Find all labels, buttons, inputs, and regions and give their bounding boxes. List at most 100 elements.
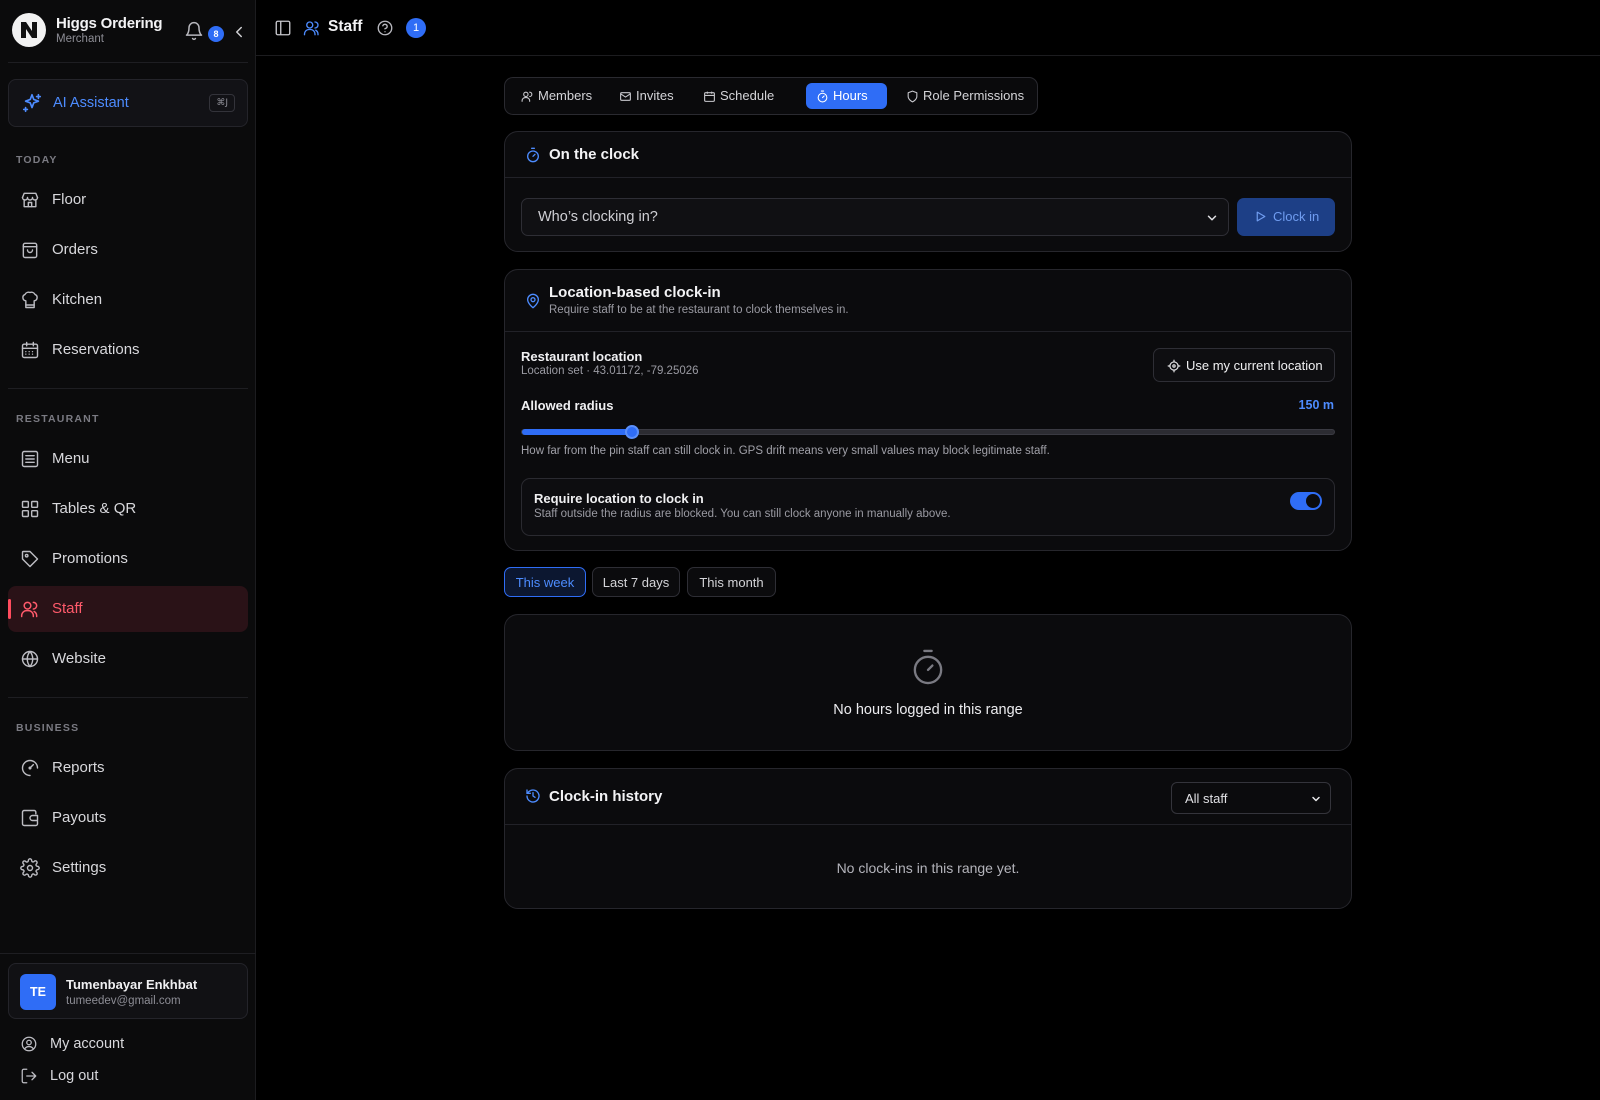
bag-icon: [20, 240, 40, 260]
calendar-icon: [703, 90, 716, 103]
tab-label: Invites: [636, 88, 674, 103]
users-icon: [521, 90, 534, 103]
on-the-clock-card: On the clock Who’s clocking in? Clock in: [504, 131, 1352, 252]
sidebar-item-tables-qr[interactable]: Tables & QR: [8, 486, 248, 532]
sidebar-item-reports[interactable]: Reports: [8, 745, 248, 791]
tab-label: Members: [538, 88, 593, 103]
tab-label: Hours: [833, 88, 868, 103]
sidebar-item-website[interactable]: Website: [8, 636, 248, 682]
tab-invites[interactable]: Invites: [609, 83, 687, 109]
history-icon: [525, 788, 541, 804]
divider: [0, 953, 256, 954]
staff-select[interactable]: Who’s clocking in?: [521, 198, 1229, 236]
sidebar-item-floor[interactable]: Floor: [8, 177, 248, 223]
range-this-month-button[interactable]: This month: [687, 567, 776, 597]
sidebar-item-staff[interactable]: Staff: [8, 586, 248, 632]
shield-icon: [906, 90, 919, 103]
require-location-row: Require location to clock in Staff outsi…: [521, 478, 1335, 536]
divider: [8, 388, 248, 389]
sidebar-item-label: Reservations: [52, 341, 140, 358]
toggle-knob: [1306, 494, 1320, 508]
sidebar-item-label: Reports: [52, 759, 105, 776]
chevron-left-icon[interactable]: [230, 23, 248, 41]
tab-label: Schedule: [720, 88, 775, 103]
section-label-restaurant: RESTAURANT: [16, 413, 100, 425]
user-name: Tumenbayar Enkhbat: [66, 977, 198, 992]
sidebar-item-orders[interactable]: Orders: [8, 227, 248, 273]
globe-icon: [20, 649, 40, 669]
allowed-radius-value: 150 m: [1298, 398, 1334, 412]
gear-icon: [20, 858, 40, 878]
clock-in-history-card: Clock-in history All staff No clock-ins …: [504, 768, 1352, 909]
require-location-toggle[interactable]: [1290, 492, 1322, 510]
sidebar-item-label: Menu: [52, 450, 90, 467]
sidebar-item-menu[interactable]: Menu: [8, 436, 248, 482]
card-header: Clock-in history All staff: [505, 769, 1351, 825]
page-title: Staff: [328, 18, 363, 35]
location-clock-in-card: Location-based clock-in Require staff to…: [504, 269, 1352, 551]
sidebar-item-label: Staff: [52, 600, 83, 617]
card-title: Clock-in history: [549, 788, 663, 805]
crosshair-icon: [1167, 359, 1181, 373]
sidebar-item-label: Website: [52, 650, 106, 667]
range-last-7-days-button[interactable]: Last 7 days: [592, 567, 680, 597]
brand-subtitle: Merchant: [56, 33, 104, 45]
clock-in-button[interactable]: Clock in: [1237, 198, 1335, 236]
stopwatch-icon: [910, 648, 946, 686]
tab-role-permissions[interactable]: Role Permissions: [896, 83, 1032, 109]
logout-icon: [20, 1067, 38, 1085]
my-account-label: My account: [50, 1036, 125, 1052]
tab-members[interactable]: Members: [511, 83, 603, 109]
map-pin-icon: [525, 292, 541, 310]
clock-in-label: Clock in: [1273, 209, 1320, 224]
staff-filter-value: All staff: [1185, 791, 1228, 806]
sidebar-item-promotions[interactable]: Promotions: [8, 536, 248, 582]
calendar-icon: [20, 340, 40, 360]
sidebar-item-reservations[interactable]: Reservations: [8, 327, 248, 373]
bell-icon[interactable]: [184, 21, 204, 41]
history-empty-message: No clock-ins in this range yet.: [836, 860, 1020, 876]
sidebar-item-settings[interactable]: Settings: [8, 845, 248, 891]
hours-summary-card: No hours logged in this range: [504, 614, 1352, 751]
chevron-down-icon: [1205, 211, 1219, 225]
brand-name: Higgs Ordering: [56, 15, 163, 32]
help-icon[interactable]: [376, 19, 394, 37]
ai-assistant-button[interactable]: AI Assistant ⌘J: [8, 79, 248, 127]
staff-filter-select[interactable]: All staff: [1171, 782, 1331, 814]
card-title: On the clock: [549, 146, 640, 163]
sidebar-item-label: Promotions: [52, 550, 128, 567]
sparkles-icon: [21, 92, 43, 114]
use-current-location-button[interactable]: Use my current location: [1153, 348, 1335, 382]
sidebar-item-kitchen[interactable]: Kitchen: [8, 277, 248, 323]
tab-hours[interactable]: Hours: [806, 83, 887, 109]
users-icon: [20, 599, 40, 619]
chevron-down-icon: [1310, 793, 1322, 805]
use-current-location-label: Use my current location: [1186, 358, 1323, 373]
user-email: tumeedev@gmail.com: [66, 995, 181, 1007]
top-bar: Staff 1: [256, 0, 1600, 56]
tab-schedule[interactable]: Schedule: [693, 83, 783, 109]
tab-label: Role Permissions: [923, 88, 1025, 103]
sidebar-toggle-icon[interactable]: [274, 19, 292, 37]
range-this-week-button[interactable]: This week: [504, 567, 586, 597]
card-header: Location-based clock-in Require staff to…: [505, 270, 1351, 332]
require-location-description: Staff outside the radius are blocked. Yo…: [534, 508, 951, 520]
sidebar-item-label: Orders: [52, 241, 98, 258]
radius-slider[interactable]: [521, 425, 1335, 439]
gauge-icon: [20, 758, 40, 778]
timer-icon: [525, 147, 541, 163]
section-label-today: TODAY: [16, 154, 58, 166]
sidebar-item-label: Payouts: [52, 809, 107, 826]
timer-icon: [816, 90, 829, 103]
radius-slider-thumb[interactable]: [624, 425, 639, 439]
card-header: On the clock: [505, 132, 1351, 178]
radius-slider-fill: [522, 429, 632, 435]
brand[interactable]: Higgs Ordering Merchant 8: [12, 13, 244, 49]
divider: [8, 697, 248, 698]
staff-tabs: Members Invites Schedule Hours Role Perm…: [504, 77, 1038, 115]
restaurant-location-value: Location set · 43.01172, -79.25026: [521, 365, 699, 377]
user-card[interactable]: TE Tumenbayar Enkhbat tumeedev@gmail.com: [8, 963, 248, 1019]
sidebar-item-payouts[interactable]: Payouts: [8, 795, 248, 841]
chef-hat-icon: [20, 290, 40, 310]
play-icon: [1254, 210, 1267, 223]
